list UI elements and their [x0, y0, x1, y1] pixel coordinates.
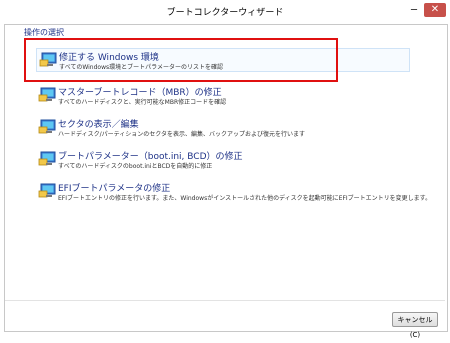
option-description: すべてのハードディスクのboot.iniとBCDを自動的に修正: [58, 163, 213, 170]
minimize-button[interactable]: ─: [406, 4, 422, 17]
monitor-icon: [38, 87, 56, 102]
monitor-icon: [38, 183, 56, 198]
footer-divider: [5, 300, 445, 301]
option-description: すべてのハードディスクと、実行可能なMBR修正コードを確認: [58, 99, 227, 106]
option-description: ハードディスク/パーティションのセクタを表示、編集、バックアップおよび復元を行い…: [58, 131, 306, 138]
monitor-icon: [38, 151, 56, 166]
cancel-button[interactable]: キャンセル(C): [392, 312, 438, 339]
monitor-icon: [38, 119, 56, 134]
title-bar: ブートコレクターウィザード ─ ✕: [0, 0, 450, 24]
group-label: 操作の選択: [24, 28, 64, 37]
option-fix-mbr[interactable]: マスターブートレコード（MBR）の修正 すべてのハードディスクと、実行可能なMB…: [36, 84, 412, 110]
highlight-annotation-box: [24, 38, 338, 82]
option-fix-boot-parameters[interactable]: ブートパラメーター（boot.ini, BCD）の修正 すべてのハードディスクの…: [36, 148, 412, 174]
window-title: ブートコレクターウィザード: [166, 8, 284, 18]
option-description: EFIブートエントリの修正を行います。また、Windowsがインストールされた他…: [58, 195, 432, 202]
option-fix-efi-boot-parameters[interactable]: EFIブートパラメータの修正 EFIブートエントリの修正を行います。また、Win…: [36, 180, 431, 206]
close-button[interactable]: ✕: [424, 3, 446, 17]
option-view-edit-sectors[interactable]: セクタの表示／編集 ハードディスク/パーティションのセクタを表示、編集、バックア…: [36, 116, 412, 142]
